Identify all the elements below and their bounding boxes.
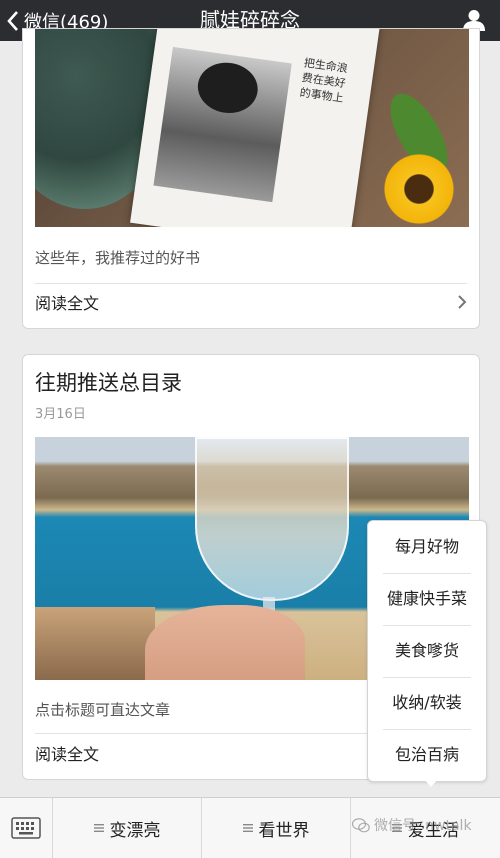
read-full-label: 阅读全文: [35, 294, 100, 313]
watermark: 微信号: nwtalk: [352, 815, 472, 835]
menu-tab-world[interactable]: 看世界: [202, 798, 351, 858]
submenu-popup: 每月好物 健康快手菜 美食嗲货 收纳/软装 包治百病: [367, 520, 487, 782]
menu-tab-label: 看世界: [258, 820, 310, 841]
submenu-item-bags[interactable]: 包治百病: [368, 729, 486, 781]
menu-tab-label: 变漂亮: [109, 820, 161, 841]
popup-pointer: [424, 779, 438, 787]
keyboard-icon: [11, 817, 41, 839]
wechat-logo-icon: [352, 817, 370, 832]
menu-list-icon: [93, 824, 104, 832]
menu-list-icon: [242, 824, 253, 832]
article-cover-image-books: 把生命浪费在美好的事物上: [35, 29, 469, 227]
submenu-item-food[interactable]: 美食嗲货: [368, 625, 486, 677]
article-card-books[interactable]: 把生命浪费在美好的事物上 这些年，我推荐过的好书 阅读全文: [22, 28, 480, 329]
article-description: 点击标题可直达文章: [35, 701, 171, 719]
read-full-label: 阅读全文: [35, 745, 100, 764]
article-date: 3月16日: [35, 407, 86, 422]
article-description: 这些年，我推荐过的好书: [35, 249, 201, 267]
read-full-article-link[interactable]: 阅读全文: [35, 284, 467, 320]
watermark-text: 微信号: nwtalk: [374, 818, 472, 834]
chevron-right-icon: [458, 295, 467, 309]
book-cover-text: 把生命浪费在美好的事物上: [298, 56, 349, 105]
chevron-left-icon: [7, 10, 18, 31]
submenu-item-monthly-goods[interactable]: 每月好物: [368, 521, 486, 573]
article-title: 往期推送总目录: [35, 371, 182, 395]
submenu-item-storage[interactable]: 收纳/软装: [368, 677, 486, 729]
submenu-item-quick-dishes[interactable]: 健康快手菜: [368, 573, 486, 625]
keyboard-toggle-button[interactable]: [0, 798, 53, 858]
menu-tab-beauty[interactable]: 变漂亮: [53, 798, 202, 858]
